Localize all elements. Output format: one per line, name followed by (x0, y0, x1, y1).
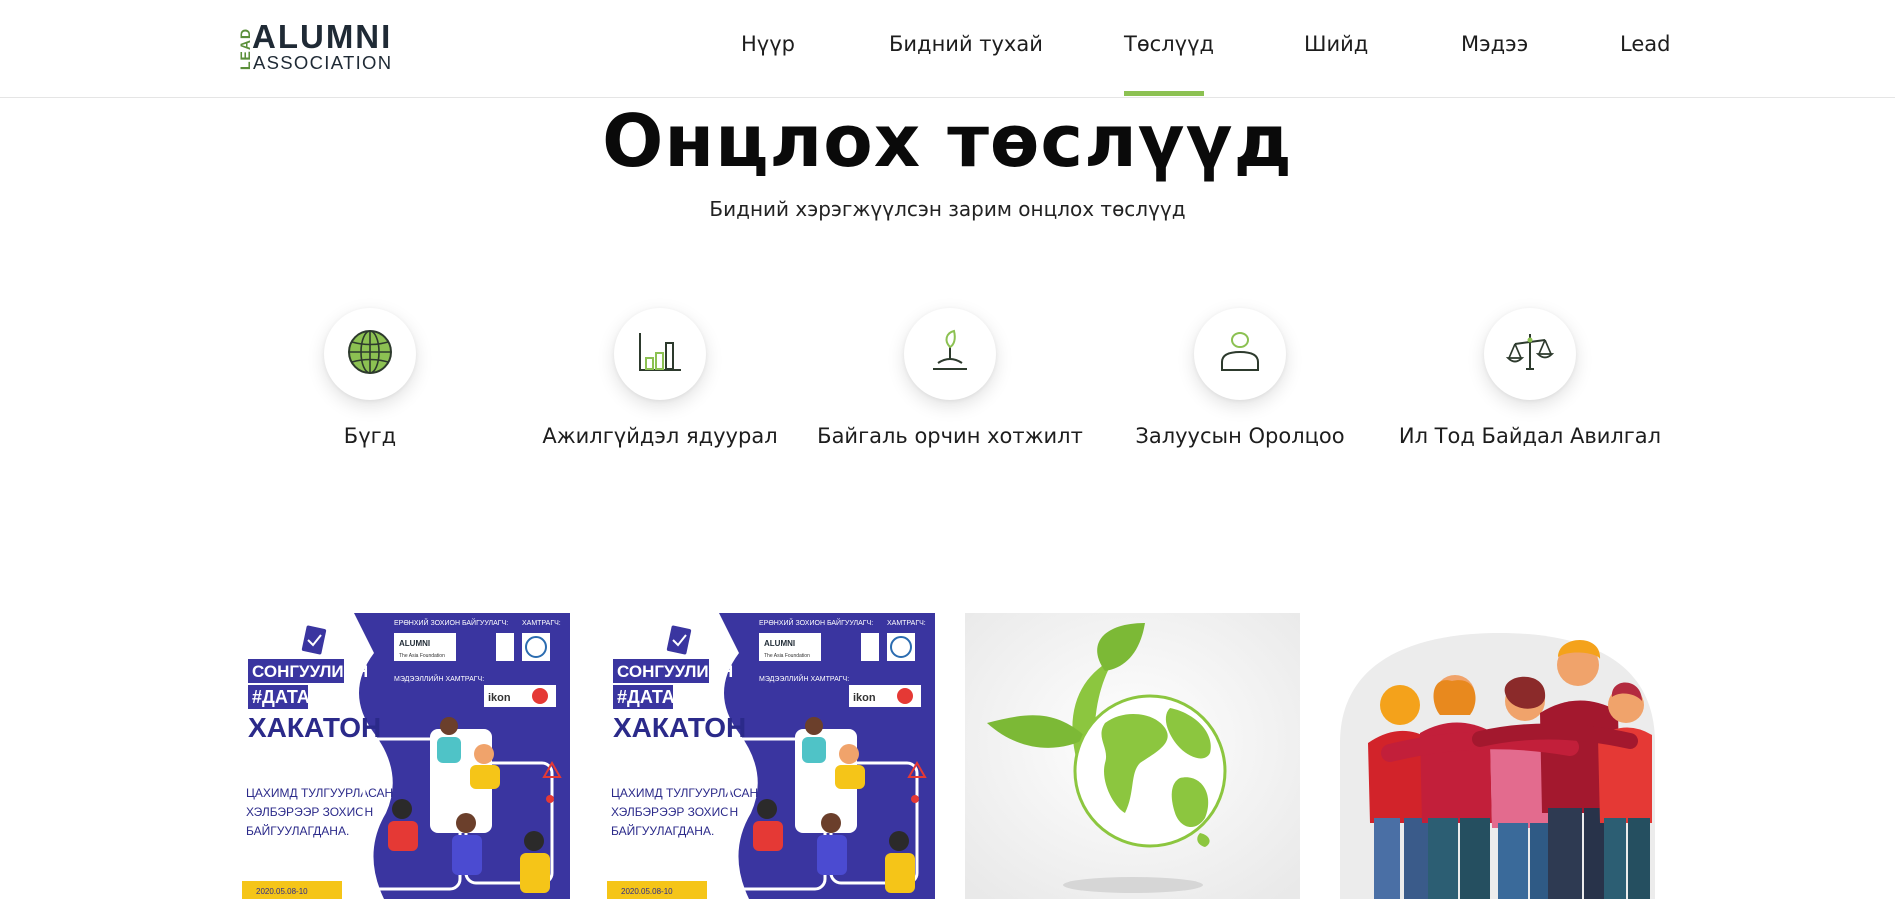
poster-desc2: ХЭЛБЭРЭЭР ЗОХИОН (246, 805, 373, 819)
category-unemployment-label: Ажилгүйдэл ядуурал (542, 424, 778, 448)
logo-alumni-text: ALUMNI (252, 20, 392, 55)
category-all[interactable]: Бүгд (225, 308, 515, 448)
category-youth-label: Залуусын Оролцоо (1135, 424, 1345, 448)
poster-org-logo: ALUMNI (764, 639, 795, 648)
globe-icon (346, 328, 394, 380)
group-hug-image (1330, 613, 1665, 899)
category-youth[interactable]: Залуусын Оролцоо (1095, 308, 1385, 448)
category-youth-circle (1194, 308, 1286, 400)
poster-media-text: ikon (488, 692, 511, 704)
poster-org-logo: ALUMNI (399, 639, 430, 648)
poster-organizer-text: ЕРӨНХИЙ ЗОХИОН БАЙГУУЛАГЧ: (759, 618, 873, 627)
category-transparency-circle (1484, 308, 1576, 400)
scales-icon (1505, 332, 1555, 376)
poster-line2: #ДАТА (252, 687, 310, 707)
poster-desc1: ЦАХИМД ТУЛГУУРЛАСАН (246, 786, 393, 800)
poster-organizer-text: ЕРӨНХИЙ ЗОХИОН БАЙГУУЛАГЧ: (394, 618, 508, 627)
logo-association-text: ASSOCIATION (253, 52, 392, 72)
poster-line1: СОНГУУЛИЙН (617, 662, 733, 681)
nav-item-news[interactable]: Мэдээ (1461, 32, 1528, 56)
project-card-hackathon-1[interactable]: ЕРӨНХИЙ ЗОХИОН БАЙГУУЛАГЧ: ХАМТРАГЧ: ALU… (234, 613, 570, 899)
category-environment-circle (904, 308, 996, 400)
nav-item-solutions[interactable]: Шийд (1304, 32, 1368, 56)
category-all-circle (324, 308, 416, 400)
project-card-youth[interactable] (1330, 613, 1665, 899)
nav-item-about[interactable]: Бидний тухай (889, 32, 1043, 56)
project-card-hackathon-2[interactable]: ЕРӨНХИЙ ЗОХИОН БАЙГУУЛАГЧ: ХАМТРАГЧ: ALU… (599, 613, 935, 899)
poster-partner-text: ХАМТРАГЧ: (522, 620, 561, 627)
poster-desc1: ЦАХИМД ТУЛГУУРЛАСАН (611, 786, 758, 800)
poster-line1: СОНГУУЛИЙН (252, 662, 368, 681)
category-transparency-label: Ил Тод Байдал Авилгал (1398, 424, 1662, 448)
category-environment-label: Байгаль орчин хотжилт (817, 424, 1083, 448)
poster-media-partner-text: МЭДЭЭЛЛИЙН ХАМТРАГЧ: (394, 674, 484, 683)
person-icon (1219, 330, 1261, 378)
poster-foundation-text: The Asia Foundation (399, 653, 445, 659)
poster-desc3: БАЙГУУЛАГДАНА. (611, 823, 714, 838)
category-unemployment[interactable]: Ажилгүйдэл ядуурал (515, 308, 805, 448)
poster-date: 2020.05.08-10 (256, 887, 308, 896)
nav-item-lead[interactable]: Lead (1620, 32, 1670, 56)
green-earth-image (965, 613, 1300, 899)
category-environment[interactable]: Байгаль орчин хотжилт (805, 308, 1095, 448)
poster-foundation-text: The Asia Foundation (764, 653, 810, 659)
category-transparency[interactable]: Ил Тод Байдал Авилгал (1385, 308, 1675, 448)
nav-item-home[interactable]: Нүүр (741, 32, 795, 56)
category-unemployment-circle (614, 308, 706, 400)
poster-partner-text: ХАМТРАГЧ: (887, 620, 926, 627)
site-header: LEAD ALUMNI ASSOCIATION Нүүр Бидний туха… (0, 0, 1895, 98)
hackathon-poster-image: ЕРӨНХИЙ ЗОХИОН БАЙГУУЛАГЧ: ХАМТРАГЧ: ALU… (234, 613, 570, 899)
poster-media-text: ikon (853, 692, 876, 704)
poster-line2: #ДАТА (617, 687, 675, 707)
poster-line3: ХАКАТОН (248, 712, 381, 743)
sprout-icon (930, 329, 970, 379)
nav-item-projects[interactable]: Төслүүд (1124, 32, 1214, 56)
poster-media-partner-text: МЭДЭЭЛЛИЙН ХАМТРАГЧ: (759, 674, 849, 683)
logo-lead-text: LEAD (237, 28, 253, 70)
page-title: Онцлох төслүүд (602, 99, 1293, 183)
poster-desc3: БАЙГУУЛАГДАНА. (246, 823, 349, 838)
site-logo[interactable]: LEAD ALUMNI ASSOCIATION (234, 20, 414, 72)
poster-desc2: ХЭЛБЭРЭЭР ЗОХИОН (611, 805, 738, 819)
project-card-environment[interactable] (965, 613, 1300, 899)
category-all-label: Бүгд (343, 424, 397, 448)
page-subtitle: Бидний хэрэгжүүлсэн зарим онцлох төслүүд (709, 197, 1186, 221)
poster-date: 2020.05.08-10 (621, 887, 673, 896)
poster-line3: ХАКАТОН (613, 712, 746, 743)
hackathon-poster-image: ЕРӨНХИЙ ЗОХИОН БАЙГУУЛАГЧ: ХАМТРАГЧ: ALU… (599, 613, 935, 899)
bar-chart-icon (637, 331, 683, 377)
